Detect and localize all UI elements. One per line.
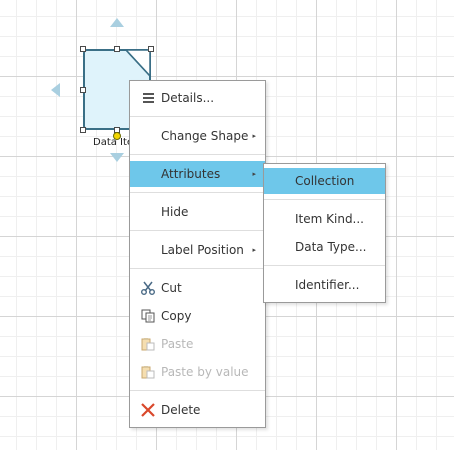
- menu-item-attributes[interactable]: Attributes ▸: [130, 161, 265, 187]
- menu-item-label: Attributes: [161, 167, 221, 181]
- paste-icon: [141, 338, 155, 351]
- menu-divider: [130, 192, 265, 193]
- paste-value-icon: [141, 366, 155, 379]
- delete-icon: [141, 403, 155, 417]
- rotate-up-arrow-icon[interactable]: [110, 18, 124, 27]
- menu-item-label: Delete: [161, 403, 201, 417]
- submenu-item-item-kind[interactable]: Item Kind...: [264, 206, 385, 232]
- context-menu: Details... Change Shape ▸ Attributes ▸ H…: [129, 80, 266, 428]
- resize-handle-top-left[interactable]: [80, 46, 86, 52]
- attributes-submenu: Collection Item Kind... Data Type... Ide…: [263, 163, 386, 303]
- submenu-arrow-icon: ▸: [252, 246, 256, 254]
- menu-item-label: Paste by value: [161, 365, 249, 379]
- submenu-arrow-icon: ▸: [252, 170, 256, 178]
- rotate-left-arrow-icon[interactable]: [51, 83, 60, 97]
- menu-divider: [264, 265, 385, 266]
- rotate-down-arrow-icon[interactable]: [110, 153, 124, 162]
- shape-label: Data Ite: [93, 137, 134, 148]
- menu-item-copy[interactable]: Copy: [130, 303, 265, 329]
- menu-divider: [130, 390, 265, 391]
- menu-item-label: Copy: [161, 309, 192, 323]
- menu-item-label: Details...: [161, 91, 215, 105]
- menu-divider: [264, 199, 385, 200]
- submenu-item-label: Collection: [295, 174, 355, 188]
- menu-item-label: Label Position: [161, 243, 244, 257]
- folded-corner-icon: [125, 49, 151, 77]
- resize-handle-top-right[interactable]: [148, 46, 154, 52]
- menu-item-label: Change Shape: [161, 129, 249, 143]
- resize-handle-top[interactable]: [114, 46, 120, 52]
- menu-item-change-shape[interactable]: Change Shape ▸: [130, 123, 265, 149]
- resize-handle-bottom-left[interactable]: [80, 127, 86, 133]
- submenu-item-label: Identifier...: [295, 278, 360, 292]
- menu-divider: [130, 268, 265, 269]
- submenu-item-label: Item Kind...: [295, 212, 364, 226]
- submenu-item-identifier[interactable]: Identifier...: [264, 272, 385, 298]
- menu-item-delete[interactable]: Delete: [130, 397, 265, 423]
- submenu-arrow-icon: ▸: [252, 132, 256, 140]
- menu-item-details[interactable]: Details...: [130, 85, 265, 111]
- menu-divider: [130, 154, 265, 155]
- details-icon: [143, 93, 154, 103]
- menu-item-label: Hide: [161, 205, 189, 219]
- menu-item-label-position[interactable]: Label Position ▸: [130, 237, 265, 263]
- menu-divider: [130, 230, 265, 231]
- submenu-item-collection[interactable]: Collection: [264, 168, 385, 194]
- resize-handle-left[interactable]: [80, 87, 86, 93]
- menu-item-paste-by-value[interactable]: Paste by value: [130, 359, 265, 385]
- menu-item-label: Cut: [161, 281, 182, 295]
- submenu-item-label: Data Type...: [295, 240, 367, 254]
- scissors-icon: [141, 281, 155, 295]
- menu-item-cut[interactable]: Cut: [130, 275, 265, 301]
- menu-item-label: Paste: [161, 337, 194, 351]
- menu-item-paste[interactable]: Paste: [130, 331, 265, 357]
- menu-item-hide[interactable]: Hide: [130, 199, 265, 225]
- copy-icon: [141, 309, 155, 323]
- submenu-item-data-type[interactable]: Data Type...: [264, 234, 385, 260]
- menu-divider: [130, 116, 265, 117]
